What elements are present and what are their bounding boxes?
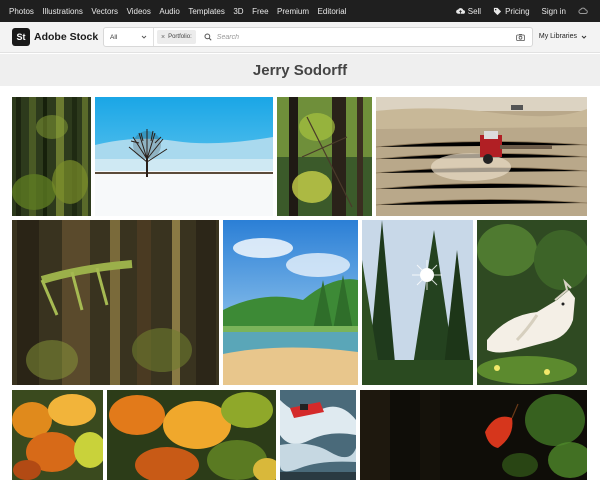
nav-vectors[interactable]: Vectors: [91, 7, 118, 16]
portfolio-filter-chip[interactable]: × Portfolio:: [157, 30, 196, 44]
image-thumbnail[interactable]: [12, 390, 103, 480]
nav-photos[interactable]: Photos: [9, 7, 34, 16]
image-thumbnail[interactable]: [12, 220, 219, 385]
close-icon[interactable]: ×: [161, 34, 165, 41]
chevron-down-icon: [141, 35, 147, 39]
image-thumbnail[interactable]: [95, 97, 273, 216]
image-thumbnail[interactable]: [277, 97, 372, 216]
logo-text[interactable]: Adobe Stock: [34, 31, 98, 43]
asset-type-select[interactable]: All: [104, 28, 154, 46]
image-thumbnail[interactable]: [362, 220, 473, 385]
image-thumbnail[interactable]: [12, 97, 91, 216]
image-thumbnail[interactable]: [376, 97, 587, 216]
nav-editorial[interactable]: Editorial: [318, 7, 347, 16]
chevron-down-icon: [581, 35, 587, 39]
top-nav-links: Photos Illustrations Vectors Videos Audi…: [9, 7, 355, 16]
search-input[interactable]: [216, 33, 487, 41]
tag-icon: [493, 7, 502, 15]
contributor-header: Jerry Sodorff: [0, 54, 600, 86]
my-libraries-label: My Libraries: [538, 33, 577, 40]
my-libraries-button[interactable]: My Libraries: [539, 33, 587, 40]
creative-cloud-icon[interactable]: [578, 6, 588, 16]
site-header: St Adobe Stock All × Portfolio: My Libra…: [0, 22, 600, 53]
nav-illustrations[interactable]: Illustrations: [42, 7, 82, 16]
upload-cloud-icon: [455, 7, 465, 14]
nav-templates[interactable]: Templates: [188, 7, 224, 16]
image-thumbnail[interactable]: [477, 220, 587, 385]
image-thumbnail[interactable]: [107, 390, 276, 480]
image-thumbnail[interactable]: [223, 220, 358, 385]
nav-videos[interactable]: Videos: [127, 7, 151, 16]
page-title: Jerry Sodorff: [252, 61, 348, 79]
portfolio-chip-label: Portfolio:: [168, 34, 192, 40]
image-thumbnail[interactable]: [280, 390, 356, 480]
nav-audio[interactable]: Audio: [159, 7, 179, 16]
asset-type-value: All: [110, 33, 118, 41]
camera-icon[interactable]: [516, 33, 525, 42]
nav-premium[interactable]: Premium: [277, 7, 309, 16]
sell-label: Sell: [467, 6, 482, 16]
image-thumbnail[interactable]: [360, 390, 587, 480]
nav-3d[interactable]: 3D: [233, 7, 243, 16]
adobe-stock-logo[interactable]: St: [12, 28, 30, 46]
nav-free[interactable]: Free: [252, 7, 268, 16]
top-nav-actions: Sell Pricing Sign in: [444, 6, 591, 16]
top-nav: Photos Illustrations Vectors Videos Audi…: [0, 0, 600, 22]
pricing-link[interactable]: Pricing: [493, 6, 530, 16]
search-icon: [204, 33, 212, 41]
search-bar: All × Portfolio:: [103, 27, 533, 47]
sign-in-link[interactable]: Sign in: [542, 7, 566, 16]
sell-link[interactable]: Sell: [455, 6, 482, 16]
pricing-label: Pricing: [505, 6, 530, 16]
image-gallery: [0, 86, 600, 480]
